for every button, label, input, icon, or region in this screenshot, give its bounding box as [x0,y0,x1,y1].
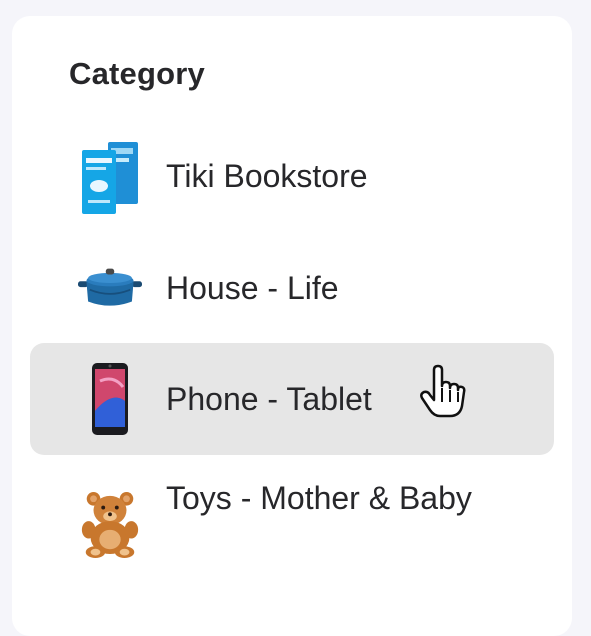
category-item-toys-mother-baby[interactable]: Toys - Mother & Baby [30,464,554,584]
hand-cursor-icon [418,364,466,420]
category-item-phone-tablet[interactable]: Phone - Tablet [30,343,554,455]
category-title: Category [69,56,205,91]
category-panel: Category Tiki Bookstore House - Life Pho… [12,16,572,636]
category-item-house-life[interactable]: House - Life [30,238,554,338]
category-item-label: House - Life [166,270,339,306]
phone-icon [78,363,142,435]
category-item-label: Tiki Bookstore [166,158,368,194]
category-item-label: Toys - Mother & Baby [166,480,472,516]
pot-icon [78,252,142,324]
category-item-tiki-bookstore[interactable]: Tiki Bookstore [30,128,554,228]
category-item-label: Phone - Tablet [166,381,372,417]
teddy-bear-icon [78,488,142,560]
book-icon [78,142,142,214]
